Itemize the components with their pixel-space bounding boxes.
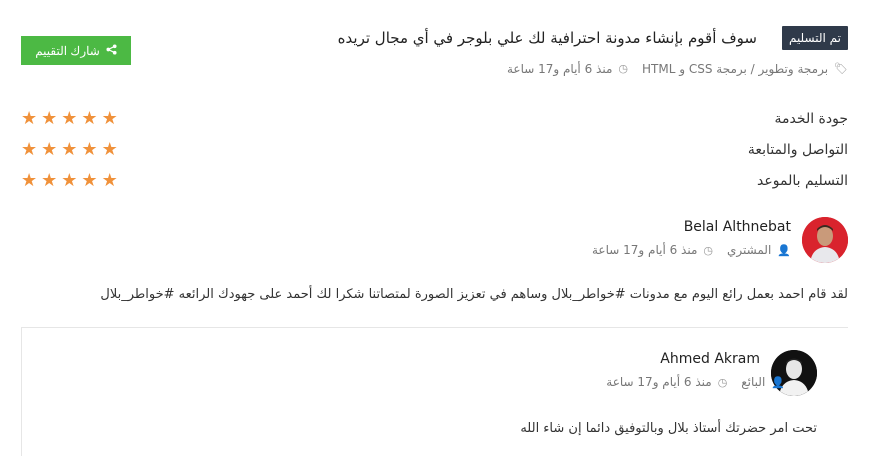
star-icon: ★ xyxy=(101,139,118,160)
star-icon: ★ xyxy=(41,170,58,191)
tag-icon: 🏷 xyxy=(834,62,848,75)
star-icon: ★ xyxy=(81,170,98,191)
share-rating-button[interactable]: شارك التقييم xyxy=(21,36,131,65)
user-icon: 👤 xyxy=(777,243,791,257)
review-time: منذ 6 أيام و17 ساعة xyxy=(592,243,698,257)
page-title[interactable]: سوف أقوم بإنشاء مدونة احترافية لك علي بل… xyxy=(338,26,757,50)
share-icon xyxy=(106,43,117,58)
user-icon: 👤 xyxy=(771,375,785,389)
share-button-label: شارك التقييم xyxy=(35,43,100,58)
reviewer-name[interactable]: Belal Althnebat xyxy=(684,219,791,235)
rating-row-quality: جودة الخدمة ★ ★ ★ ★ ★ xyxy=(21,108,848,130)
star-icon: ★ xyxy=(81,108,98,129)
service-time: منذ 6 أيام و17 ساعة xyxy=(506,62,613,76)
review-meta: 👤 البائع ◷ منذ 6 أيام و17 ساعة xyxy=(606,375,785,389)
star-rating: ★ ★ ★ ★ ★ xyxy=(21,141,118,159)
star-rating: ★ ★ ★ ★ ★ xyxy=(21,172,118,190)
rating-row-communication: التواصل والمتابعة ★ ★ ★ ★ ★ xyxy=(21,139,848,161)
reviewer-role: البائع xyxy=(741,375,766,389)
review-time: منذ 6 أيام و17 ساعة xyxy=(606,375,712,389)
avatar[interactable] xyxy=(802,217,848,263)
star-icon: ★ xyxy=(21,108,38,129)
star-icon: ★ xyxy=(61,108,78,129)
rating-label: التواصل والمتابعة xyxy=(747,142,848,158)
star-icon: ★ xyxy=(101,170,118,191)
clock-icon: ◷ xyxy=(618,62,628,75)
divider xyxy=(21,327,848,328)
star-icon: ★ xyxy=(21,170,38,191)
reviewer-role: المشتري xyxy=(727,243,772,257)
avatar[interactable] xyxy=(771,350,817,396)
star-rating: ★ ★ ★ ★ ★ xyxy=(21,110,118,128)
rating-label: التسليم بالموعد xyxy=(757,173,848,189)
star-icon: ★ xyxy=(61,139,78,160)
reply-line xyxy=(21,328,22,456)
rating-row-delivery: التسليم بالموعد ★ ★ ★ ★ ★ xyxy=(21,170,848,192)
star-icon: ★ xyxy=(101,108,118,129)
review-meta: 👤 المشتري ◷ منذ 6 أيام و17 ساعة xyxy=(592,243,791,257)
review-text: تحت امر حضرتك أستاذ بلال وبالتوفيق دائما… xyxy=(520,421,817,436)
star-icon: ★ xyxy=(21,139,38,160)
reviewer-name[interactable]: Ahmed Akram xyxy=(660,351,760,367)
status-badge: تم التسليم xyxy=(781,26,848,50)
rating-label: جودة الخدمة xyxy=(774,111,848,127)
service-meta: 🏷 برمجة وتطوير / برمجة CSS و HTML ◷ منذ … xyxy=(507,60,848,78)
star-icon: ★ xyxy=(41,139,58,160)
service-category[interactable]: برمجة وتطوير / برمجة CSS و HTML xyxy=(642,60,828,78)
star-icon: ★ xyxy=(81,139,98,160)
clock-icon: ◷ xyxy=(717,375,728,389)
star-icon: ★ xyxy=(41,108,58,129)
review-text: لقد قام احمد بعمل رائع اليوم مع مدونات #… xyxy=(100,287,848,302)
clock-icon: ◷ xyxy=(703,243,714,257)
star-icon: ★ xyxy=(61,170,78,191)
